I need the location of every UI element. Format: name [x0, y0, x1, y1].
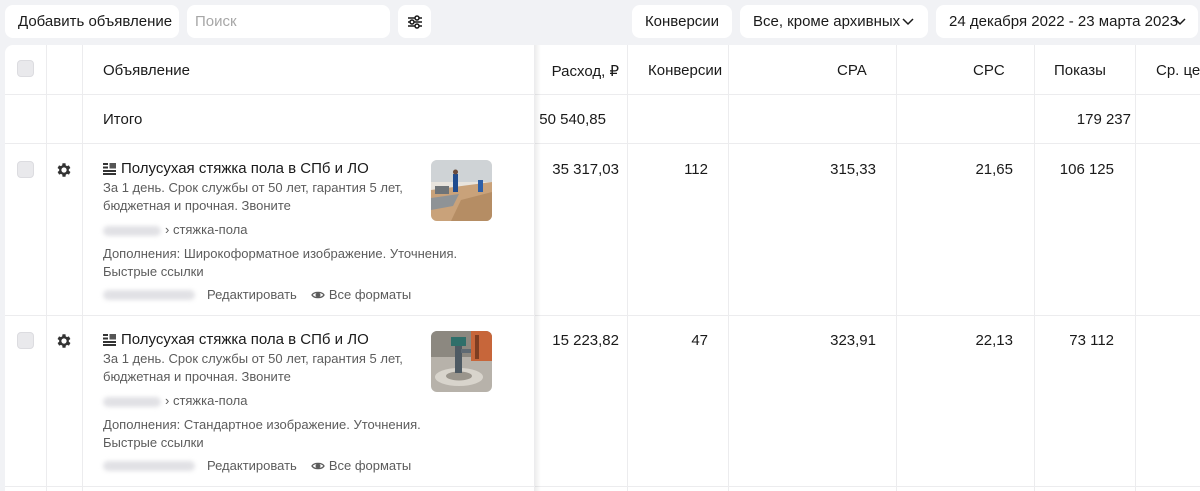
row-checkbox[interactable]	[17, 161, 34, 178]
date-range-dropdown[interactable]: 24 декабря 2022 - 23 марта 2023	[936, 5, 1198, 38]
ad-extras: Дополнения: Широкоформатное изображение.…	[103, 246, 458, 279]
column-divider	[82, 45, 83, 491]
chevron-down-icon	[1174, 18, 1186, 26]
date-range-value: 24 декабря 2022 - 23 марта 2023	[949, 13, 1179, 30]
total-spend: 50 540,85	[539, 111, 606, 128]
status-filter-value: Все, кроме архивных	[753, 13, 901, 30]
row-divider	[5, 315, 1200, 316]
status-filter-dropdown[interactable]: Все, кроме архивных	[740, 5, 928, 38]
blurred-domain	[103, 225, 161, 236]
ad-image-thumbnail[interactable]	[431, 160, 492, 221]
blurred-id	[103, 289, 195, 300]
text-ad-icon	[103, 162, 116, 175]
blurred-id	[103, 460, 195, 471]
text-ad-icon	[103, 333, 116, 346]
impressions-value: 73 112	[1069, 332, 1114, 349]
floor-machine-image	[431, 331, 492, 392]
conversions-button[interactable]: Конверсии	[632, 5, 732, 38]
cpc-value: 22,13	[975, 332, 1013, 349]
impressions-value: 106 125	[1059, 161, 1114, 178]
row-divider	[5, 94, 1200, 95]
header-impressions[interactable]: Показы	[1054, 62, 1106, 79]
blurred-domain	[103, 396, 161, 407]
ad-image-thumbnail[interactable]	[431, 331, 492, 392]
header-conversions[interactable]: Конверсии	[648, 62, 722, 79]
all-formats-link[interactable]: Все форматы	[311, 458, 411, 473]
spend-value: 35 317,03	[552, 161, 619, 178]
row-divider	[5, 143, 1200, 144]
edit-link[interactable]: Редактировать	[207, 458, 297, 473]
cpc-value: 21,65	[975, 161, 1013, 178]
chevron-down-icon	[902, 18, 914, 26]
spend-value: 15 223,82	[552, 332, 619, 349]
column-divider	[896, 45, 897, 491]
ad-text: За 1 день. Срок службы от 50 лет, гарант…	[103, 351, 403, 384]
total-impressions: 179 237	[1076, 111, 1131, 128]
conversions-value: 47	[691, 332, 708, 349]
ad-title[interactable]: Полусухая стяжка пола в СПб и ЛО	[103, 331, 369, 348]
add-ad-button[interactable]: Добавить объявление	[5, 5, 179, 38]
ad-text: За 1 день. Срок службы от 50 лет, гарант…	[103, 180, 403, 213]
sliders-icon	[407, 14, 422, 29]
eye-icon	[311, 462, 325, 469]
row-checkbox[interactable]	[17, 332, 34, 349]
column-divider	[728, 45, 729, 491]
edit-link[interactable]: Редактировать	[207, 287, 297, 302]
ad-actions: Редактировать Все форматы	[103, 458, 411, 473]
search-input[interactable]: Поиск	[187, 5, 390, 38]
all-formats-link[interactable]: Все форматы	[311, 287, 411, 302]
column-divider	[627, 45, 628, 491]
gear-icon[interactable]	[55, 332, 73, 350]
header-avg-price[interactable]: Ср. цен	[1156, 62, 1200, 79]
header-ad[interactable]: Объявление	[103, 62, 190, 79]
gear-icon[interactable]	[55, 161, 73, 179]
ads-table: Объявление Расход, ₽ Конверсии CPA CPC П…	[5, 45, 1200, 491]
ad-url[interactable]: › стяжка-пола	[103, 222, 247, 237]
total-label: Итого	[103, 111, 143, 128]
floor-screed-image	[431, 160, 492, 221]
cpa-value: 323,91	[830, 332, 876, 349]
column-divider	[46, 45, 47, 491]
ad-title[interactable]: Полусухая стяжка пола в СПб и ЛО	[103, 160, 369, 177]
header-cpc[interactable]: CPC	[973, 62, 1005, 79]
header-spend[interactable]: Расход, ₽	[535, 62, 619, 80]
conversions-value: 112	[684, 161, 708, 178]
column-divider	[1135, 45, 1136, 491]
eye-icon	[311, 291, 325, 298]
ad-extras: Дополнения: Стандартное изображение. Уто…	[103, 417, 421, 450]
header-cpa[interactable]: CPA	[837, 62, 867, 79]
filter-settings-button[interactable]	[398, 5, 431, 38]
toolbar: Добавить объявление Поиск Конверсии Все,…	[0, 0, 1200, 44]
ad-url[interactable]: › стяжка-пола	[103, 393, 247, 408]
cpa-value: 315,33	[830, 161, 876, 178]
column-divider	[1034, 45, 1035, 491]
select-all-checkbox[interactable]	[17, 60, 34, 77]
row-divider	[5, 486, 1200, 487]
ad-actions: Редактировать Все форматы	[103, 287, 411, 302]
